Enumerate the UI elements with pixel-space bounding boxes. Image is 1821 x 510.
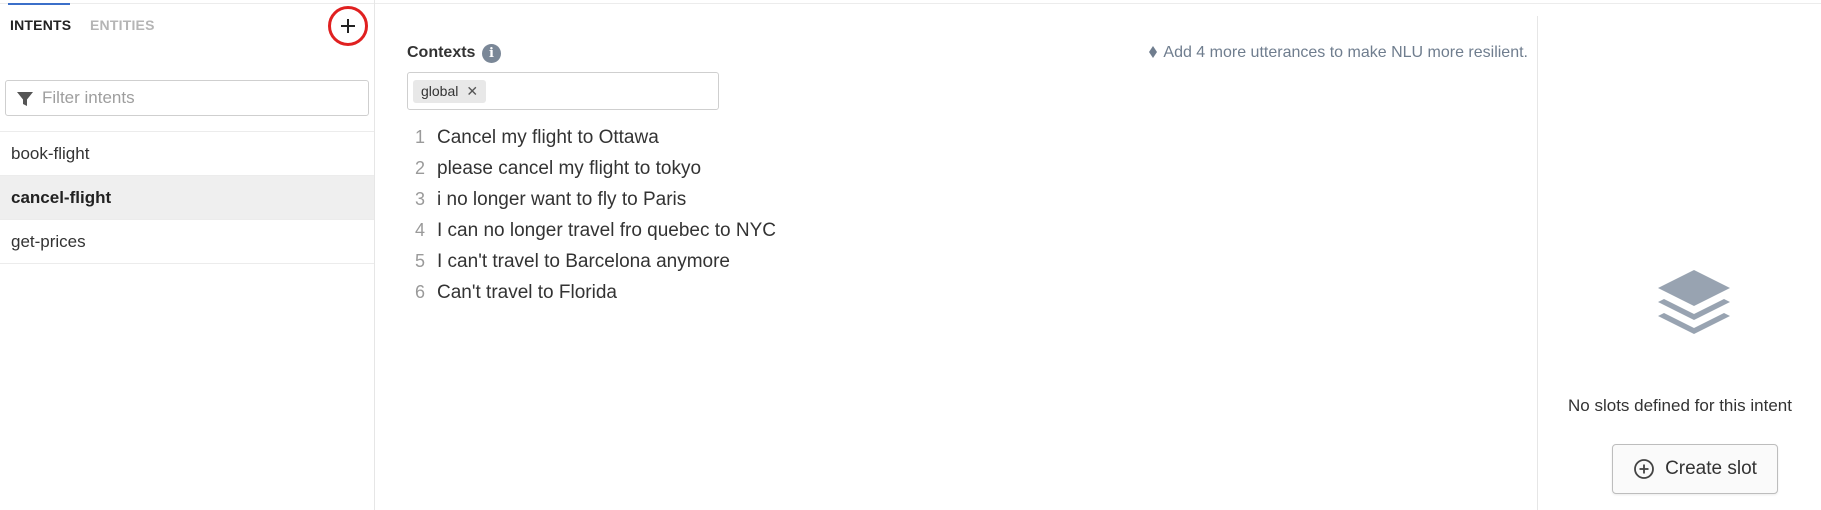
utterance-row[interactable]: 3 i no longer want to fly to Paris: [407, 184, 776, 215]
intents-sidebar: INTENTS ENTITIES book-flight cancel-flig…: [0, 0, 375, 510]
tab-entities[interactable]: ENTITIES: [90, 17, 155, 33]
plus-circle-icon: [1634, 459, 1654, 479]
line-number: 5: [414, 251, 425, 271]
context-chip-label: global: [421, 83, 459, 99]
intent-editor: Contexts i Add 4 more utterances to make…: [375, 0, 1537, 510]
no-slots-message: No slots defined for this intent: [1568, 396, 1792, 415]
line-number: 2: [414, 158, 425, 178]
utterance-row[interactable]: 1 Cancel my flight to Ottawa: [407, 122, 776, 153]
utterance-text[interactable]: i no longer want to fly to Paris: [437, 189, 686, 211]
active-tab-indicator: [8, 3, 70, 5]
utterance-row[interactable]: 4 I can no longer travel fro quebec to N…: [407, 215, 776, 246]
context-chip: global ✕: [413, 80, 487, 103]
filter-intents-input[interactable]: [42, 81, 362, 115]
utterance-text[interactable]: Cancel my flight to Ottawa: [437, 127, 659, 149]
intent-list: book-flight cancel-flight get-prices: [0, 131, 374, 264]
nlu-hint: Add 4 more utterances to make NLU more r…: [1149, 44, 1528, 62]
utterance-row[interactable]: 5 I can't travel to Barcelona anymore: [407, 246, 776, 277]
slots-panel: No slots defined for this intent Create …: [1537, 16, 1821, 510]
utterance-list: 1 Cancel my flight to Ottawa 2 please ca…: [407, 122, 776, 308]
line-number: 4: [414, 220, 425, 240]
utterance-text[interactable]: Can't travel to Florida: [437, 282, 617, 304]
utterance-text[interactable]: please cancel my flight to tokyo: [437, 158, 701, 180]
layers-icon: [1658, 270, 1730, 334]
create-slot-label: Create slot: [1665, 458, 1757, 479]
create-slot-button[interactable]: Create slot: [1612, 444, 1778, 494]
filter-icon: [17, 92, 33, 106]
line-number: 3: [414, 189, 425, 209]
filter-intents-field: [5, 80, 369, 116]
intent-item-get-prices[interactable]: get-prices: [0, 220, 374, 264]
intent-item-cancel-flight[interactable]: cancel-flight: [0, 176, 374, 220]
close-icon[interactable]: ✕: [466, 80, 478, 103]
line-number: 1: [414, 127, 425, 147]
contexts-input[interactable]: global ✕: [407, 72, 719, 110]
intent-item-book-flight[interactable]: book-flight: [0, 132, 374, 176]
utterance-text[interactable]: I can't travel to Barcelona anymore: [437, 251, 730, 273]
plus-icon: [341, 19, 355, 33]
nlu-hint-text: Add 4 more utterances to make NLU more r…: [1163, 44, 1528, 61]
line-number: 6: [414, 282, 425, 302]
add-intent-button[interactable]: [328, 6, 368, 46]
tab-intents[interactable]: INTENTS: [10, 17, 71, 33]
sidebar-tabs: INTENTS ENTITIES: [0, 0, 375, 50]
utterance-row[interactable]: 2 please cancel my flight to tokyo: [407, 153, 776, 184]
diamond-icon: [1149, 46, 1158, 58]
info-icon[interactable]: i: [482, 44, 501, 63]
utterance-text[interactable]: I can no longer travel fro quebec to NYC: [437, 220, 776, 242]
utterance-row[interactable]: 6 Can't travel to Florida: [407, 277, 776, 308]
contexts-label: Contexts: [407, 44, 476, 61]
